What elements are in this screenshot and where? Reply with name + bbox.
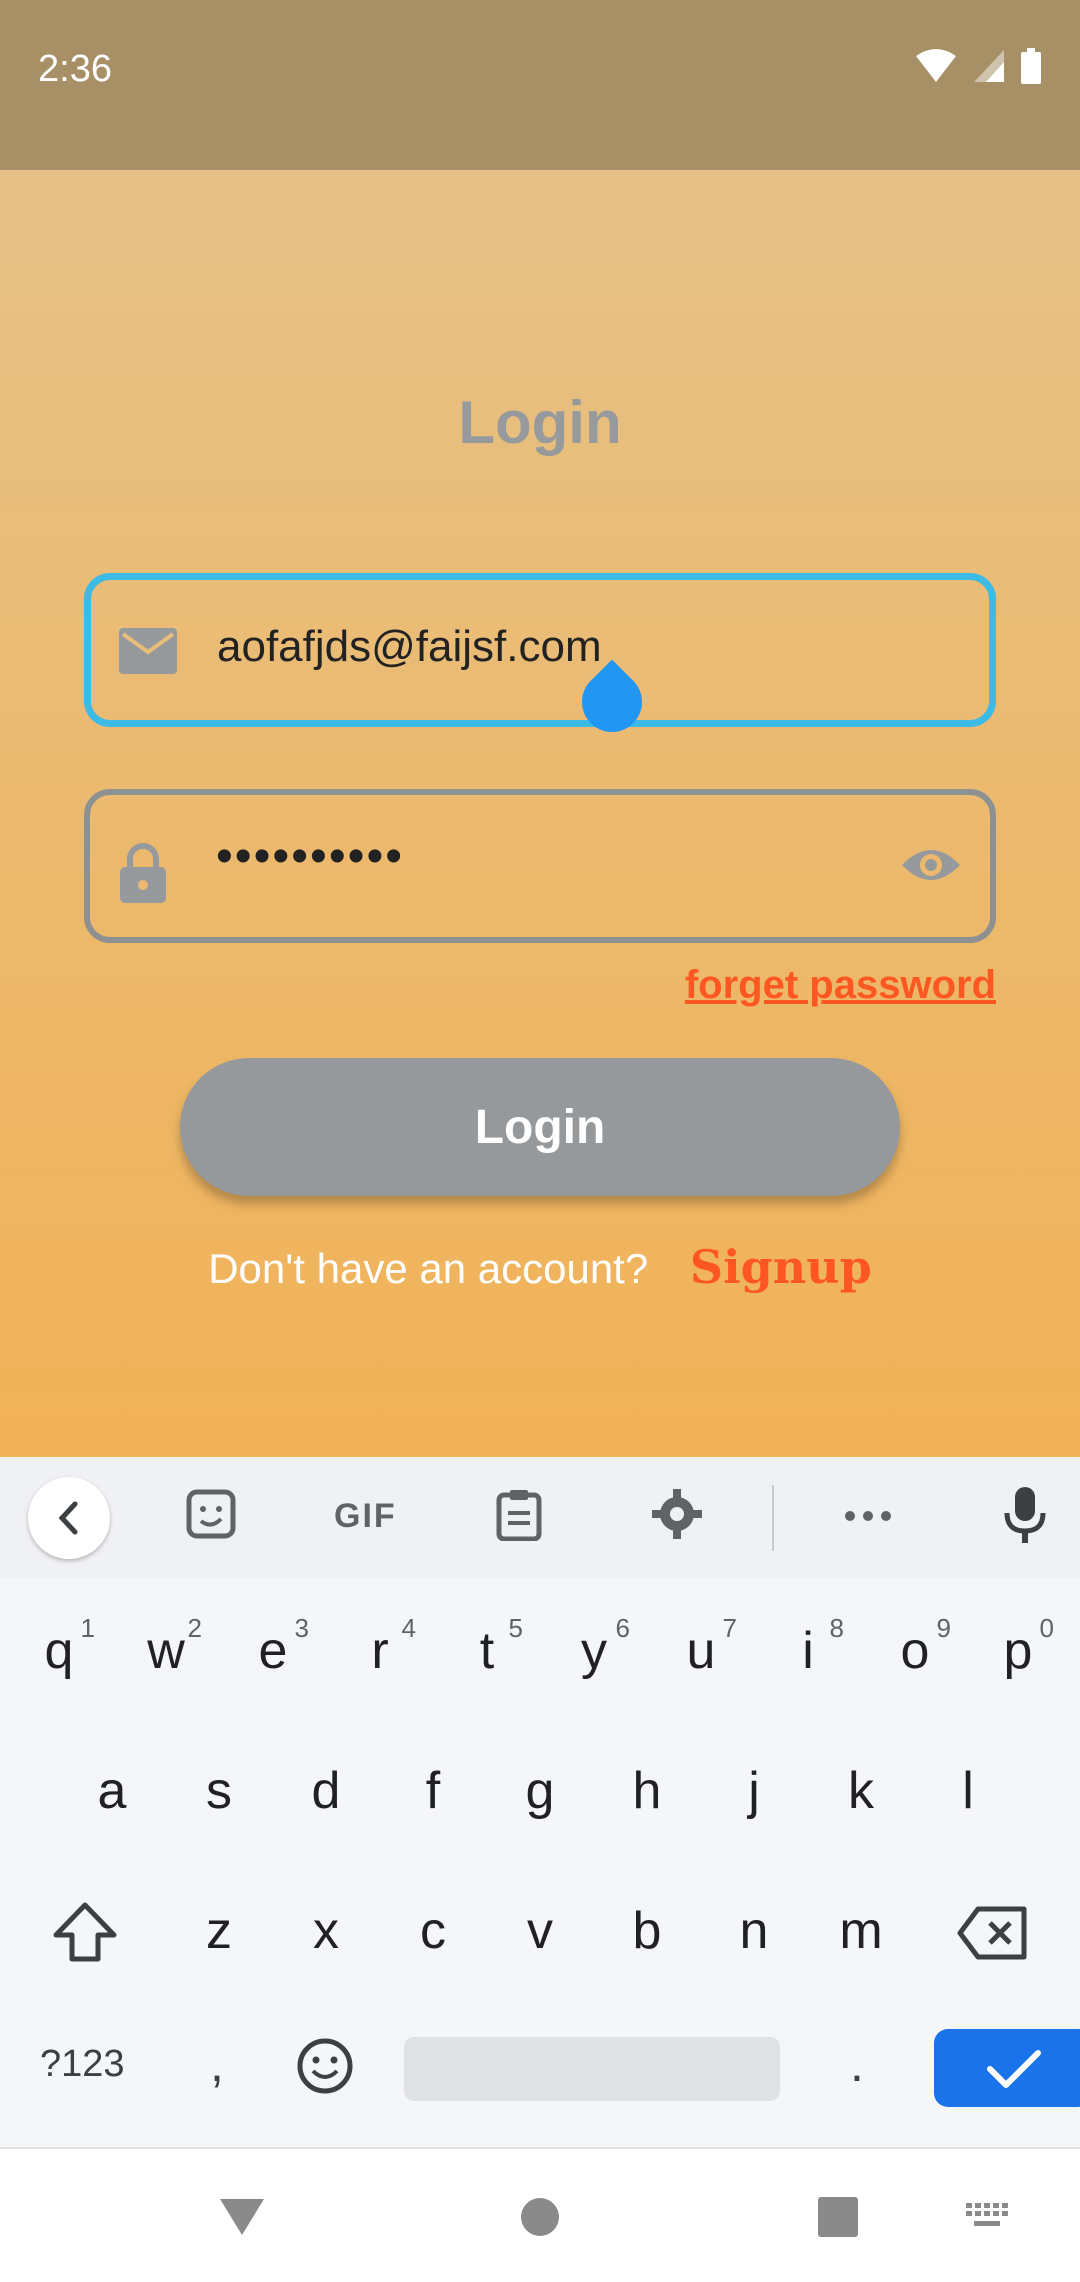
check-icon <box>987 2050 1041 2088</box>
mail-icon <box>119 628 177 679</box>
keyboard-switch-icon[interactable] <box>966 2203 1008 2236</box>
key-v[interactable]: v <box>490 1901 590 1961</box>
home-nav-icon[interactable] <box>520 2197 560 2242</box>
keyboard-toolbar: GIF <box>0 1457 1080 1579</box>
login-screen: Login aofafjds@faijsf.com •••••••••• for… <box>0 170 1080 1457</box>
mic-icon[interactable] <box>1004 1485 1046 1550</box>
eye-icon[interactable] <box>900 845 962 890</box>
comma-key[interactable]: , <box>210 2035 224 2093</box>
signal-icon <box>974 50 1004 82</box>
key-x[interactable]: x <box>276 1901 376 1961</box>
status-bar: 2:36 <box>0 0 1080 170</box>
forget-password-link[interactable]: forget password <box>685 963 996 1008</box>
signup-link[interactable]: Signup <box>690 1240 872 1294</box>
status-icons <box>914 48 1042 84</box>
backspace-icon[interactable] <box>956 1905 1028 1966</box>
login-button[interactable]: Login <box>180 1058 900 1196</box>
key-o[interactable]: o9 <box>865 1613 965 1681</box>
key-k[interactable]: k <box>811 1761 911 1821</box>
key-a[interactable]: a <box>62 1761 162 1821</box>
key-r[interactable]: r4 <box>330 1613 430 1681</box>
recents-nav-icon[interactable] <box>818 2197 858 2242</box>
lock-icon <box>118 843 168 908</box>
key-n[interactable]: n <box>704 1901 804 1961</box>
settings-icon[interactable] <box>652 1489 702 1544</box>
back-nav-icon[interactable] <box>218 2197 266 2242</box>
page-title: Login <box>458 389 622 456</box>
navigation-bar <box>0 2147 1080 2282</box>
back-icon[interactable] <box>28 1477 110 1559</box>
key-d[interactable]: d <box>276 1761 376 1821</box>
key-p[interactable]: p0 <box>968 1613 1068 1681</box>
shift-icon[interactable] <box>50 1901 120 1968</box>
gif-icon[interactable]: GIF <box>334 1497 397 1536</box>
key-b[interactable]: b <box>597 1901 697 1961</box>
password-field[interactable]: •••••••••• <box>84 789 996 943</box>
clipboard-icon[interactable] <box>496 1489 542 1546</box>
signup-row: Don't have an account? Signup <box>0 1240 1080 1294</box>
key-z[interactable]: z <box>169 1901 269 1961</box>
key-y[interactable]: y6 <box>544 1613 644 1681</box>
symbols-key[interactable]: ?123 <box>40 2043 125 2086</box>
key-q[interactable]: q1 <box>9 1613 109 1681</box>
emoji-icon[interactable] <box>296 2037 354 2100</box>
toolbar-divider <box>772 1485 774 1551</box>
status-time: 2:36 <box>38 48 112 90</box>
key-h[interactable]: h <box>597 1761 697 1821</box>
login-button-label: Login <box>474 1100 606 1154</box>
email-field[interactable]: aofafjds@faijsf.com <box>84 573 996 727</box>
key-w[interactable]: w2 <box>116 1613 216 1681</box>
key-f[interactable]: f <box>383 1761 483 1821</box>
key-m[interactable]: m <box>811 1901 911 1961</box>
key-u[interactable]: u7 <box>651 1613 751 1681</box>
password-input[interactable]: •••••••••• <box>216 829 404 884</box>
key-j[interactable]: j <box>704 1761 804 1821</box>
key-e[interactable]: e3 <box>223 1613 323 1681</box>
signup-prompt: Don't have an account? <box>208 1245 649 1292</box>
keyboard: q1 w2 e3 r4 t5 y6 u7 i8 o9 p0 a s d f g … <box>0 1579 1080 2147</box>
key-c[interactable]: c <box>383 1901 483 1961</box>
enter-key[interactable] <box>934 2029 1080 2107</box>
more-icon[interactable] <box>844 1509 892 1527</box>
wifi-icon <box>916 49 956 82</box>
space-bar[interactable] <box>404 2037 780 2101</box>
key-l[interactable]: l <box>918 1761 1018 1821</box>
battery-icon <box>1021 48 1041 84</box>
key-t[interactable]: t5 <box>437 1613 537 1681</box>
sticker-icon[interactable] <box>186 1489 236 1544</box>
period-key[interactable]: . <box>850 2035 864 2093</box>
key-s[interactable]: s <box>169 1761 269 1821</box>
email-input[interactable]: aofafjds@faijsf.com <box>217 622 602 672</box>
key-i[interactable]: i8 <box>758 1613 858 1681</box>
key-g[interactable]: g <box>490 1761 590 1821</box>
